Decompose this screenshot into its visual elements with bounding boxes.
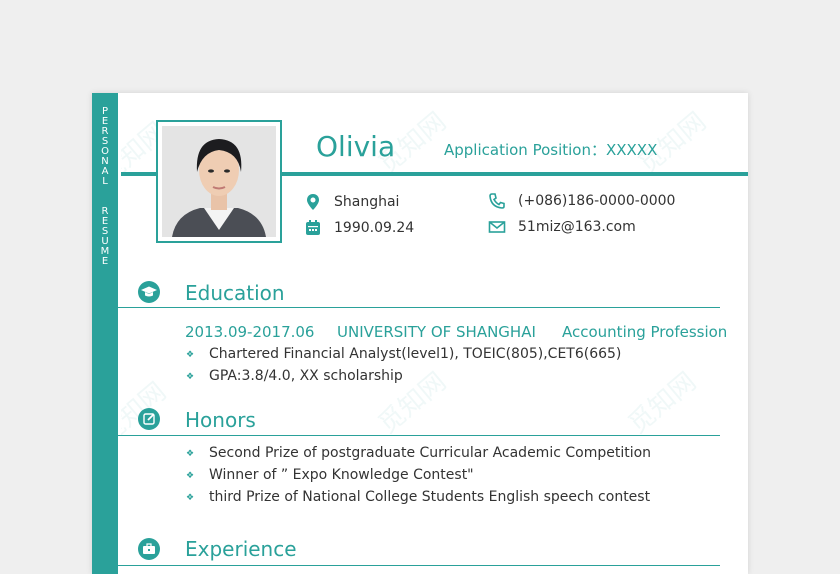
honor-item: Winner of ” Expo Knowledge Contest" (209, 467, 474, 483)
bullet-icon: ❖ (186, 471, 195, 481)
honor-item: Second Prize of postgraduate Curricular … (209, 445, 652, 461)
side-gap (92, 187, 118, 207)
education-period: 2013.09-2017.06 (185, 323, 315, 341)
experience-divider (118, 565, 720, 566)
education-major: Accounting Profession (562, 323, 728, 341)
birthday-text: 1990.09.24 (334, 220, 415, 236)
honor-item: third Prize of National College Students… (209, 489, 651, 505)
graduation-cap-icon (141, 286, 157, 297)
candidate-name: Olivia (316, 130, 396, 163)
briefcase-icon (143, 543, 155, 554)
phone-icon (489, 193, 505, 209)
location-pin-icon (307, 194, 319, 210)
experience-section-icon (138, 538, 160, 560)
resume-sheet: 觅知网 觅知网 觅知网 觅知网 觅知网 觅知网 P E R S O N A L … (92, 93, 748, 574)
bullet-icon: ❖ (186, 493, 195, 503)
education-divider (118, 307, 720, 308)
education-item: Chartered Financial Analyst(level1), TOE… (209, 346, 622, 362)
bullet-icon: ❖ (186, 372, 195, 382)
honors-divider (118, 435, 720, 436)
experience-title: Experience (185, 537, 297, 561)
side-label: P E R S O N A L R E S U M E (92, 107, 118, 267)
side-divider (118, 93, 121, 574)
email-text: 51miz@163.com (518, 219, 636, 235)
education-section-icon (138, 281, 160, 303)
honors-title: Honors (185, 408, 256, 432)
portrait-image (162, 126, 276, 237)
profile-photo (156, 120, 282, 243)
watermark: 觅知网 (623, 366, 703, 440)
education-item: GPA:3.8/4.0, XX scholarship (209, 368, 403, 384)
phone-text: (+086)186-0000-0000 (518, 193, 676, 209)
education-title: Education (185, 281, 285, 305)
city-text: Shanghai (334, 194, 400, 210)
calendar-icon (306, 220, 320, 235)
envelope-icon (488, 221, 506, 233)
application-position: Application Position：XXXXX (444, 141, 658, 159)
side-letter: E (101, 256, 109, 267)
education-school: UNIVERSITY OF SHANGHAI (337, 323, 536, 341)
bullet-icon: ❖ (186, 350, 195, 360)
side-letter: L (102, 176, 108, 187)
bullet-icon: ❖ (186, 449, 195, 459)
edit-icon (143, 413, 155, 425)
portrait-illustration (162, 126, 276, 237)
honors-section-icon (138, 408, 160, 430)
